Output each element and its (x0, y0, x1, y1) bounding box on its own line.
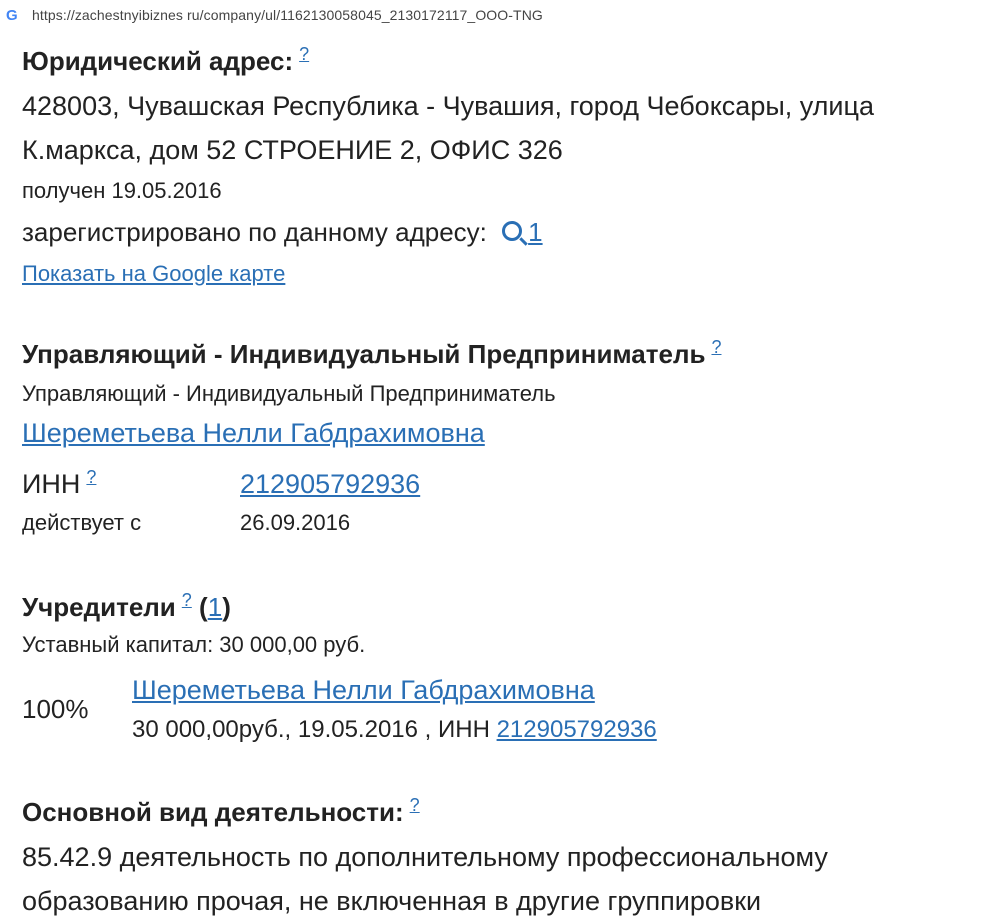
registered-count-link[interactable]: 1 (494, 217, 543, 247)
manager-role: Управляющий - Индивидуальный Предпринима… (22, 381, 556, 406)
url-text[interactable]: https://zachestnyibiznes ru/company/ul/1… (32, 7, 543, 23)
authorized-capital: Уставный капитал: 30 000,00 руб. (22, 632, 366, 657)
registered-at-address: зарегистрировано по данному адресу: 1 (22, 217, 543, 247)
since-value: 26.09.2016 (240, 510, 351, 535)
manager-heading: Управляющий - Индивидуальный Предпринима… (22, 337, 722, 369)
founder-details: 30 000,00руб., 19.05.2016 , ИНН 21290579… (132, 716, 657, 743)
google-icon: G (6, 6, 18, 24)
help-link[interactable]: ? (86, 467, 96, 487)
founders-count-link[interactable]: 1 (208, 592, 222, 622)
activity-line-1: 85.42.9 деятельность по дополнительному … (22, 842, 828, 872)
address-line-2: К.маркса, дом 52 СТРОЕНИЕ 2, ОФИС 326 (22, 135, 563, 165)
activity-line-2: образованию прочая, не включенная в друг… (22, 886, 762, 916)
address-bar[interactable]: G https://zachestnyibiznes ru/company/ul… (0, 0, 1000, 30)
help-link[interactable]: ? (299, 44, 309, 64)
founder-name-link[interactable]: Шереметьева Нелли Габдрахимовна (132, 675, 595, 705)
inn-label: ИНН? (22, 467, 97, 499)
manager-section: Управляющий - Индивидуальный Предпринима… (22, 330, 992, 540)
received-date: получен 19.05.2016 (22, 178, 222, 203)
manager-inn-link[interactable]: 212905792936 (240, 462, 420, 506)
manager-name-link[interactable]: Шереметьева Нелли Габдрахимовна (22, 418, 485, 448)
founder-item: 100% Шереметьева Нелли Габдрахимовна 30 … (22, 668, 992, 748)
manager-since-row: действует с 26.09.2016 (22, 506, 992, 540)
founder-inn-link[interactable]: 212905792936 (497, 716, 657, 743)
help-link[interactable]: ? (410, 795, 420, 815)
google-map-link[interactable]: Показать на Google карте (22, 261, 285, 286)
founder-share: 100% (22, 694, 89, 724)
legal-address-heading: Юридический адрес:? (22, 44, 310, 76)
since-label: действует с (22, 510, 142, 535)
help-link[interactable]: ? (711, 337, 721, 357)
address-line-1: 428003, Чувашская Республика - Чувашия, … (22, 91, 874, 121)
search-icon (502, 221, 523, 241)
legal-address-section: Юридический адрес:? 428003, Чувашская Ре… (22, 37, 874, 294)
manager-inn-row: ИНН? 212905792936 (22, 455, 992, 506)
activity-section: Основной вид деятельности:? 85.42.9 деят… (22, 788, 992, 923)
help-link[interactable]: ? (182, 590, 192, 610)
founders-section: Учредители? (1) Уставный капитал: 30 000… (22, 583, 992, 748)
activity-heading: Основной вид деятельности:? (22, 795, 420, 827)
founders-heading: Учредители? (1) (22, 590, 231, 622)
